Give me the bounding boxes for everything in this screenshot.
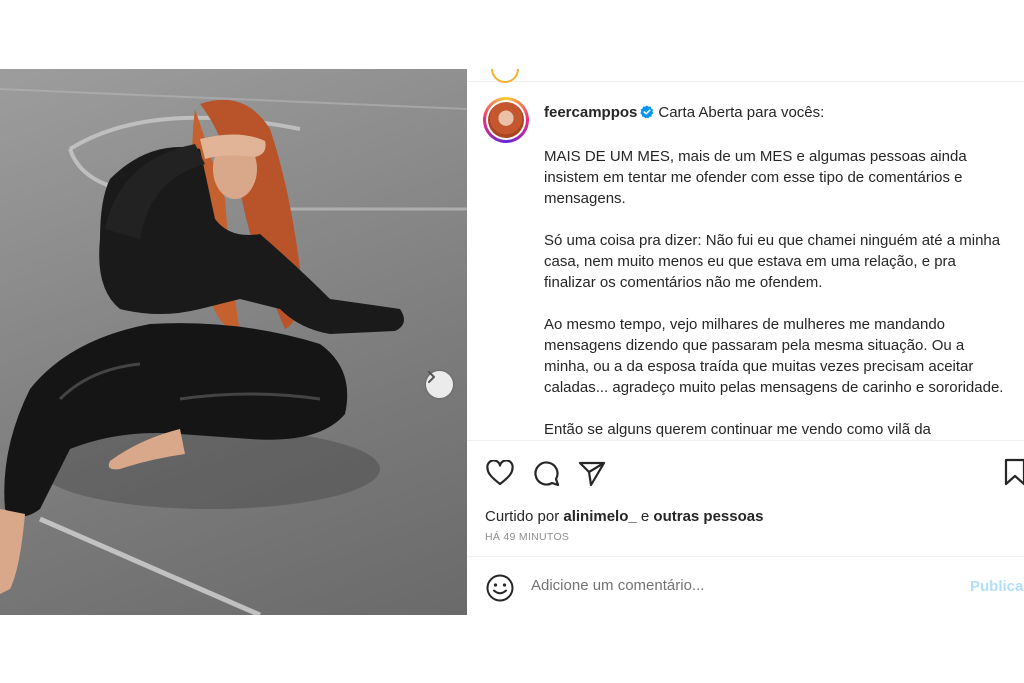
likes-others-link[interactable]: outras pessoas [653,508,763,525]
caption-paragraph: MAIS DE UM MES, mais de um MES e algumas… [544,148,967,207]
post-details-panel: feercamppos Carta Aberta para vocês: MAI… [467,69,1024,615]
caption-scroll-area[interactable]: feercamppos Carta Aberta para vocês: MAI… [467,82,1024,440]
caption-paragraph: Então se alguns querem continuar me vend… [544,421,931,438]
previous-comment-strip [467,69,1024,83]
paper-plane-icon [578,461,606,486]
bookmark-icon [1004,458,1024,486]
avatar-image [488,102,524,138]
heart-icon [486,460,514,486]
caption-text: MAIS DE UM MES, mais de um MES e algumas… [544,146,1009,440]
comment-button[interactable] [531,458,561,488]
avatar [491,69,519,83]
comment-input[interactable] [531,577,951,594]
comment-icon [534,461,560,487]
photo-illustration [0,88,467,615]
save-button[interactable] [1004,458,1024,491]
action-bar [485,458,607,488]
author-username[interactable]: feercamppos [544,104,637,121]
emoji-button[interactable] [485,573,515,603]
caption-header: feercamppos Carta Aberta para vocês: [544,103,824,123]
add-comment-row: Publicar [467,556,1024,615]
likes-summary: Curtido por alinimelo_ e outras pessoas [485,508,763,525]
likes-prefix: Curtido por [485,508,560,525]
liker-username[interactable]: alinimelo_ [563,508,636,525]
verified-badge-icon [640,105,654,119]
smiley-icon [486,574,514,602]
publish-button[interactable]: Publicar [970,578,1024,595]
carousel-next-button[interactable] [426,371,453,398]
share-button[interactable] [577,458,607,488]
caption-paragraph: Só uma coisa pra dizer: Não fui eu que c… [544,232,1001,291]
caption-paragraph: Ao mesmo tempo, vejo milhares de mulhere… [544,316,1004,396]
like-button[interactable] [485,458,515,488]
chevron-right-icon [428,371,435,383]
post-photo[interactable] [0,69,467,615]
author-avatar[interactable] [483,97,529,143]
post-timestamp[interactable]: HÁ 49 MINUTOS [485,531,569,543]
caption-lead: Carta Aberta para vocês: [658,104,825,121]
post-actions-section: Curtido por alinimelo_ e outras pessoas … [467,440,1024,615]
likes-connector: e [640,508,650,525]
